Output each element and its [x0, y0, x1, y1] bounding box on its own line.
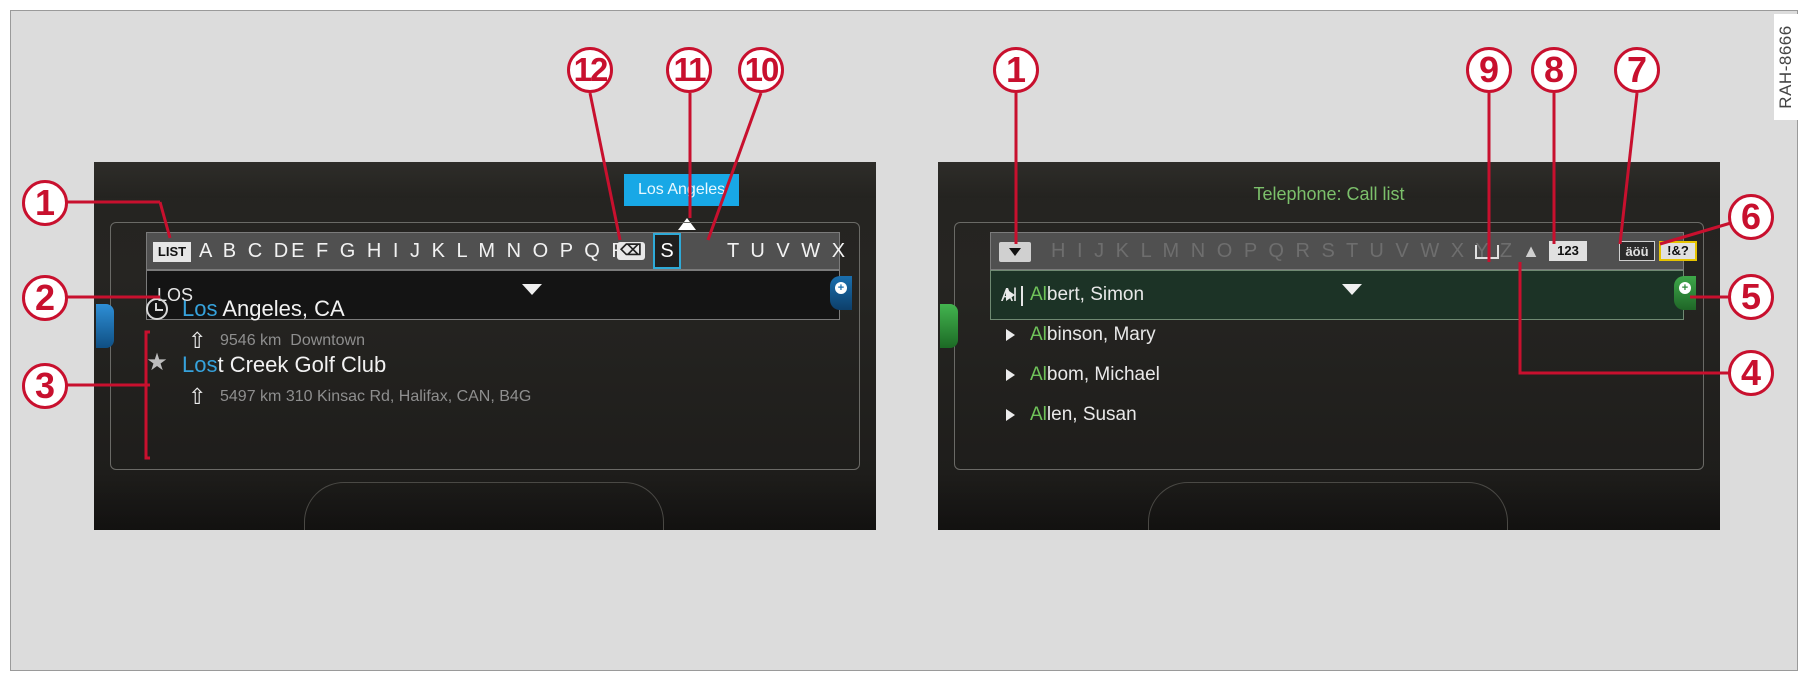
selection-preview-bubble: Los Angeles — [624, 174, 740, 206]
numbers-key-button[interactable]: 123 — [1549, 241, 1587, 261]
callout-1: 1 — [22, 180, 68, 226]
left-menu-tab[interactable] — [940, 304, 958, 348]
callout-6: 6 — [1728, 194, 1774, 240]
shift-key-icon[interactable]: ▲ — [1519, 241, 1543, 261]
bezel-arc — [304, 482, 664, 530]
callout-right-1: 1 — [993, 47, 1039, 93]
callout-11: 11 — [666, 47, 712, 93]
space-key-icon[interactable] — [1475, 245, 1499, 259]
add-input-button[interactable]: + — [1674, 276, 1696, 310]
alphabet-letters-disabled: H I J K L M N O P Q R S T U V W X Y Z — [1051, 240, 1516, 262]
figure-reference-code: RAH-8666 — [1774, 14, 1798, 120]
plus-icon: + — [835, 282, 847, 294]
play-arrow-icon — [1006, 289, 1015, 301]
contact-name: Albinson, Mary — [1030, 324, 1156, 345]
navigation-input-screen: Los Angeles LIST A B C DE F G H I J K L … — [94, 162, 876, 530]
favorite-star-icon: ★ — [146, 349, 168, 376]
callout-5: 5 — [1728, 274, 1774, 320]
alphabet-bar[interactable]: LIST A B C DE F G H I J K L M N O P Q R … — [146, 232, 845, 270]
telephone-call-list-screen: Telephone: Call list H I J K L M N O P Q… — [938, 162, 1720, 530]
result-distance-detail: 9546 km Downtown — [220, 332, 365, 349]
contact-name: Albert, Simon — [1030, 284, 1145, 305]
results-down-arrow-icon — [522, 284, 542, 295]
list-key-button[interactable]: LIST — [153, 242, 191, 262]
callout-8: 8 — [1531, 47, 1577, 93]
dropdown-key-icon[interactable] — [999, 242, 1031, 262]
text-cursor — [1021, 286, 1024, 307]
contact-name: Allen, Susan — [1030, 404, 1137, 425]
bezel-arc — [1148, 482, 1508, 530]
plus-icon: + — [1679, 282, 1691, 294]
result-name: Los Angeles, CA — [182, 296, 345, 321]
selected-letter-key[interactable]: S — [653, 233, 681, 269]
alphabet-letters[interactable]: A B C DE F G H I J K L M N O P Q R — [199, 240, 629, 263]
play-arrow-icon — [1006, 329, 1015, 341]
play-arrow-icon — [1006, 409, 1015, 421]
special-characters-key-button[interactable]: !&? — [1659, 241, 1697, 261]
callout-4: 4 — [1728, 350, 1774, 396]
contact-name: Albom, Michael — [1030, 364, 1160, 385]
callout-9: 9 — [1466, 47, 1512, 93]
callout-3: 3 — [22, 363, 68, 409]
alphabet-letters-remaining[interactable]: T U V W X — [727, 240, 848, 263]
umlaut-key-button[interactable]: äöü — [1619, 241, 1655, 261]
direction-arrow-icon: ⇧ — [188, 384, 207, 409]
callout-2: 2 — [22, 275, 68, 321]
play-arrow-icon — [1006, 369, 1015, 381]
alphabet-bar[interactable]: H I J K L M N O P Q R S T U V W X Y Z ▲ … — [990, 232, 1697, 270]
add-input-button[interactable]: + — [830, 276, 852, 310]
direction-arrow-icon: ⇧ — [188, 328, 207, 353]
result-name: Lost Creek Golf Club — [182, 352, 387, 377]
result-distance-detail: 5497 km 310 Kinsac Rd, Halifax, CAN, B4G — [220, 388, 532, 405]
callout-7: 7 — [1614, 47, 1660, 93]
callout-10: 10 — [738, 47, 784, 93]
results-down-arrow-icon — [1342, 284, 1362, 295]
left-menu-tab[interactable] — [96, 304, 114, 348]
delete-key-icon[interactable]: ⌫ — [617, 242, 645, 260]
screen-title: Telephone: Call list — [1253, 184, 1405, 204]
recent-clock-icon — [146, 298, 168, 320]
callout-12: 12 — [567, 47, 613, 93]
